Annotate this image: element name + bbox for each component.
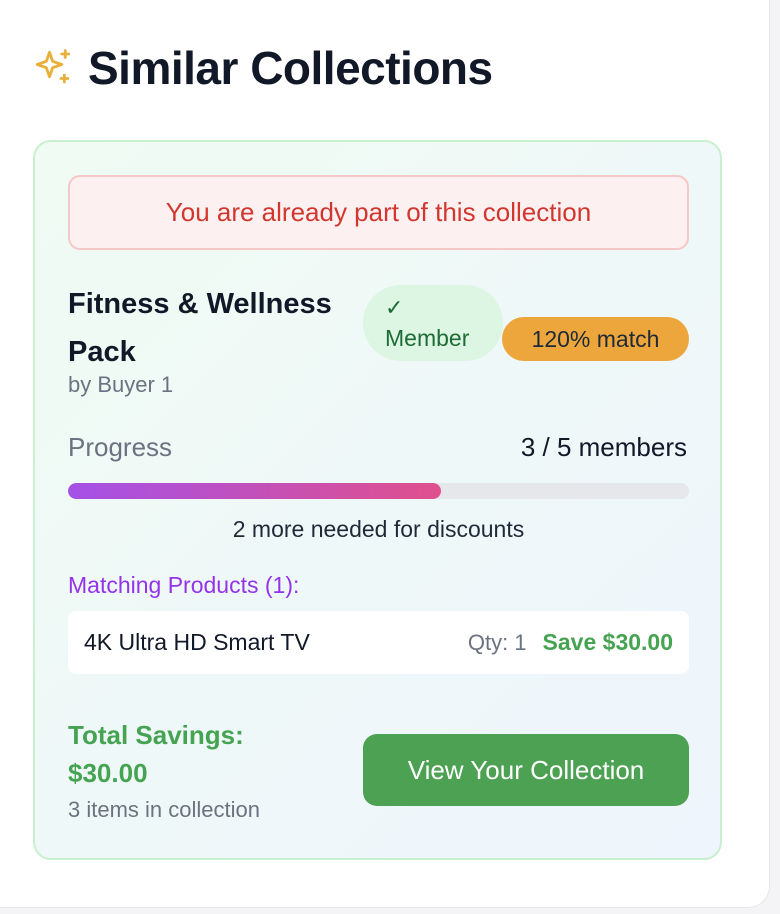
member-badge: ✓ Member (363, 285, 503, 361)
progress-count: 3 / 5 members (520, 432, 687, 462)
total-savings-value: $30.00 (68, 758, 148, 788)
progress-label: Progress (68, 432, 173, 462)
total-savings-label: Total Savings: (68, 720, 244, 750)
product-qty: Qty: 1 (467, 629, 527, 655)
list-item: 4K Ultra HD Smart TV Qty: 1 Save $30.00 (68, 611, 689, 674)
sparkles-icon (35, 49, 71, 84)
items-count: 3 items in collection (68, 797, 260, 822)
already-member-alert: You are already part of this collection (68, 175, 689, 250)
page-title: Similar Collections (88, 42, 493, 94)
progress-bar (68, 483, 689, 499)
view-collection-button[interactable]: View Your Collection (363, 734, 689, 806)
collection-owner: by Buyer 1 (68, 372, 174, 397)
product-name: 4K Ultra HD Smart TV (84, 629, 310, 655)
check-icon: ✓ (385, 295, 404, 320)
matching-products-title: Matching Products (1): (68, 572, 300, 598)
section-header: Similar Collections (32, 40, 493, 96)
member-badge-label: Member (385, 325, 470, 351)
product-savings: Save $30.00 (542, 629, 673, 655)
collection-card: You are already part of this collection … (33, 140, 722, 860)
progress-bar-fill (68, 483, 441, 499)
collection-name: Fitness & Wellness Pack (68, 288, 332, 368)
match-badge: 120% match (502, 317, 689, 361)
progress-hint: 2 more needed for discounts (232, 516, 525, 542)
